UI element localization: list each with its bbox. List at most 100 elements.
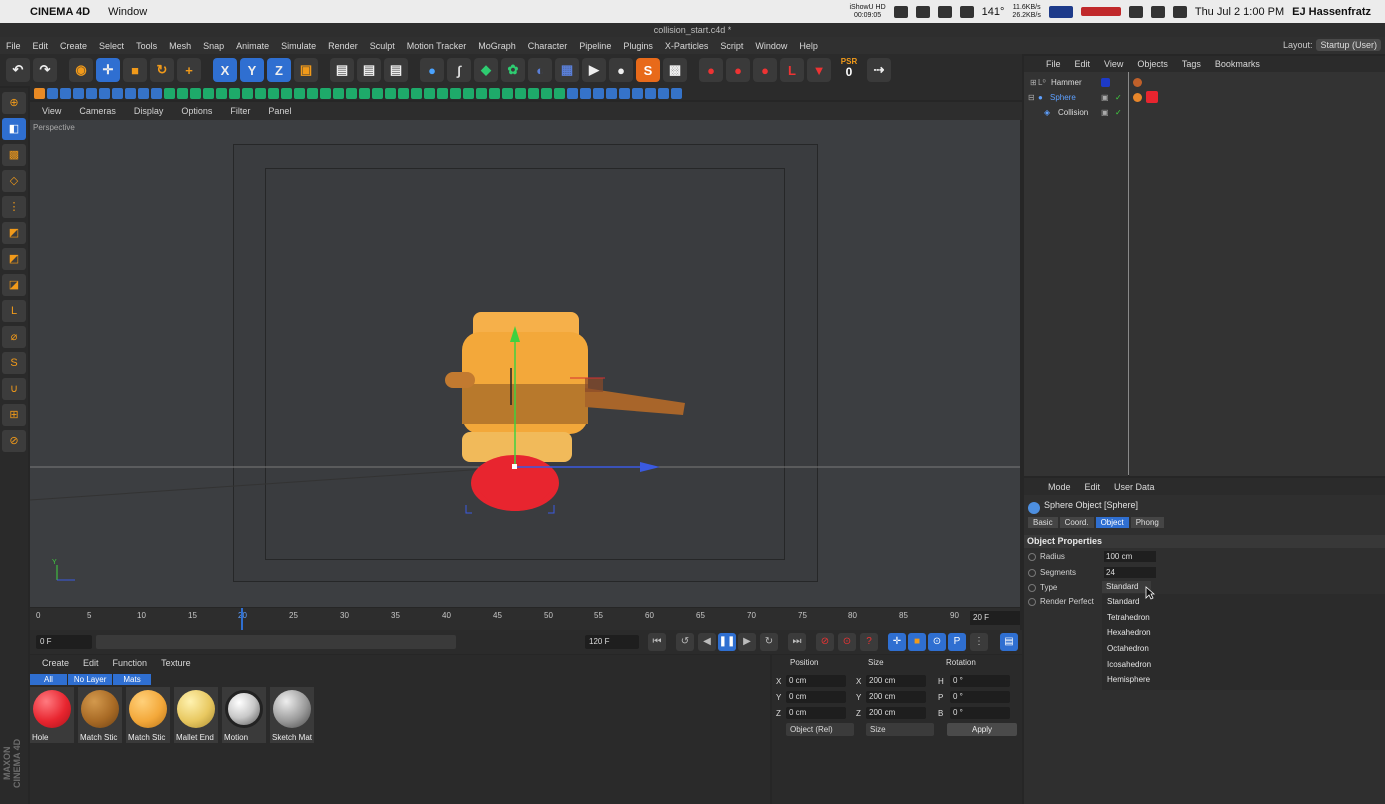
wifi-icon[interactable] xyxy=(1150,5,1165,18)
xyz-arrows-icon[interactable]: ⇢ xyxy=(867,58,891,82)
layout-dropdown[interactable]: Startup (User) xyxy=(1316,39,1381,51)
scale-tool-icon[interactable]: ■ xyxy=(123,58,147,82)
position-z-field[interactable]: 0 cm xyxy=(786,707,846,719)
audio-graph-icon[interactable] xyxy=(1080,7,1121,16)
plugin-icon[interactable] xyxy=(645,87,656,99)
menu-edit[interactable]: Edit xyxy=(27,41,55,51)
previous-frame-icon[interactable]: ◀ xyxy=(698,633,716,651)
material-menu-texture[interactable]: Texture xyxy=(155,658,197,668)
viewport-menu-view[interactable]: View xyxy=(34,106,69,116)
viewport-menu-panel[interactable]: Panel xyxy=(260,106,299,116)
render-view-icon[interactable]: ▤ xyxy=(330,58,354,82)
plugin-icon[interactable] xyxy=(476,87,487,99)
filter-no-layer[interactable]: No Layer xyxy=(67,674,113,685)
plugin-icon[interactable] xyxy=(424,87,435,99)
network-speed[interactable]: 11.6KB/s 26.2KB/s xyxy=(1012,4,1040,20)
z-axis-lock-button[interactable]: Z xyxy=(267,58,291,82)
plugin-icon[interactable] xyxy=(554,87,565,99)
material-swatch[interactable]: Match Stic xyxy=(126,687,170,743)
autokey-icon[interactable]: ● xyxy=(726,58,750,82)
objects-menu-edit[interactable]: Edit xyxy=(1069,59,1097,69)
plugin-icon[interactable] xyxy=(281,87,292,99)
plugin-icon[interactable] xyxy=(385,87,396,99)
plugin-icon[interactable] xyxy=(307,87,318,99)
size-z-field[interactable]: 200 cm xyxy=(866,707,926,719)
material-tag-icon[interactable] xyxy=(1146,91,1158,103)
user-name[interactable]: EJ Hassenfratz xyxy=(1292,6,1371,18)
cpu-graph-icon[interactable] xyxy=(1048,5,1073,18)
viewport-menu-options[interactable]: Options xyxy=(173,106,220,116)
tweak-mode-icon[interactable]: ⌀ xyxy=(2,326,26,348)
viewport-menu-cameras[interactable]: Cameras xyxy=(71,106,124,116)
time-machine-icon[interactable] xyxy=(1128,5,1143,18)
tab-object[interactable]: Object xyxy=(1095,517,1129,528)
material-menu-function[interactable]: Function xyxy=(107,658,154,668)
current-frame-field[interactable]: 20 F xyxy=(970,611,1020,625)
add-environment-icon[interactable]: ▦ xyxy=(555,58,579,82)
segments-field[interactable]: 24 xyxy=(1104,567,1156,578)
workplane-icon[interactable]: ◇ xyxy=(2,170,26,192)
animate-dot[interactable] xyxy=(1028,553,1036,561)
playhead[interactable] xyxy=(241,608,243,630)
object-row-sphere[interactable]: ⊟ ● Sphere ▣ ✓ xyxy=(1024,90,1385,105)
next-key-icon[interactable]: ↻ xyxy=(760,633,778,651)
menu-sculpt[interactable]: Sculpt xyxy=(364,41,401,51)
y-axis-lock-button[interactable]: Y xyxy=(240,58,264,82)
plugin-icon[interactable] xyxy=(515,87,526,99)
menu-pipeline[interactable]: Pipeline xyxy=(573,41,617,51)
scripts-s-icon[interactable]: S xyxy=(636,58,660,82)
edges-mode-icon[interactable]: ◩ xyxy=(2,222,26,244)
frame-ruler[interactable]: 0 5 10 15 20 25 30 35 40 45 50 55 60 65 … xyxy=(36,608,960,630)
filter-mats[interactable]: Mats xyxy=(113,674,151,685)
type-option-hexahedron[interactable]: Hexahedron xyxy=(1102,625,1385,641)
render-picture-viewer-icon[interactable]: ▤ xyxy=(357,58,381,82)
plugin-icon[interactable] xyxy=(359,87,370,99)
plugin-icon[interactable] xyxy=(229,87,240,99)
filter-all[interactable]: All xyxy=(30,674,67,685)
add-camera-icon[interactable]: ▶ xyxy=(582,58,606,82)
pause-icon[interactable]: ❚❚ xyxy=(718,633,736,651)
polygon-select-icon[interactable]: ◪ xyxy=(2,274,26,296)
animate-download-icon[interactable]: ▼ xyxy=(807,58,831,82)
next-frame-icon[interactable]: ▶ xyxy=(738,633,756,651)
clock[interactable]: Thu Jul 2 1:00 PM xyxy=(1195,6,1284,18)
tab-phong[interactable]: Phong xyxy=(1130,517,1164,528)
snap-option-icon[interactable] xyxy=(86,87,97,99)
menu-snap[interactable]: Snap xyxy=(197,41,230,51)
rotate-tool-icon[interactable]: ↻ xyxy=(150,58,174,82)
visibility-toggle-icon[interactable]: ▣ xyxy=(1101,105,1109,120)
menu-mesh[interactable]: Mesh xyxy=(163,41,197,51)
plugin-icon[interactable] xyxy=(294,87,305,99)
recent-tools-icon[interactable]: + xyxy=(177,58,201,82)
viewport-menu-filter[interactable]: Filter xyxy=(222,106,258,116)
temperature-readout[interactable]: 141° xyxy=(982,6,1005,18)
animate-dot[interactable] xyxy=(1028,584,1036,592)
plugin-icon[interactable] xyxy=(567,87,578,99)
menu-mograph[interactable]: MoGraph xyxy=(472,41,522,51)
lock-workplane-icon[interactable]: ⊘ xyxy=(2,430,26,452)
apply-button[interactable]: Apply xyxy=(947,723,1017,736)
plugin-icon[interactable] xyxy=(450,87,461,99)
add-mograph-icon[interactable]: ✿ xyxy=(501,58,525,82)
menu-simulate[interactable]: Simulate xyxy=(275,41,322,51)
material-swatch[interactable]: Motion xyxy=(222,687,266,743)
size-y-field[interactable]: 200 cm xyxy=(866,691,926,703)
plugin-icon[interactable] xyxy=(242,87,253,99)
record-icon[interactable] xyxy=(893,5,908,18)
position-key-icon[interactable]: L xyxy=(780,58,804,82)
material-swatch[interactable]: Hole xyxy=(30,687,74,743)
plugin-icon[interactable] xyxy=(255,87,266,99)
object-row-collision[interactable]: ◈ Collision ▣ ✓ xyxy=(1024,105,1385,120)
plugin-icon[interactable] xyxy=(580,87,591,99)
plugin-icon[interactable] xyxy=(320,87,331,99)
cache-icon[interactable]: ▩ xyxy=(663,58,687,82)
plugin-icon[interactable] xyxy=(346,87,357,99)
undo-icon[interactable]: ↶ xyxy=(6,58,30,82)
objects-menu-file[interactable]: File xyxy=(1040,59,1067,69)
animate-dot[interactable] xyxy=(1028,598,1036,606)
objects-menu-bookmarks[interactable]: Bookmarks xyxy=(1209,59,1266,69)
snap-option-icon[interactable] xyxy=(138,87,149,99)
menu-select[interactable]: Select xyxy=(93,41,130,51)
plugin-icon[interactable] xyxy=(372,87,383,99)
plugin-icon[interactable] xyxy=(164,87,175,99)
